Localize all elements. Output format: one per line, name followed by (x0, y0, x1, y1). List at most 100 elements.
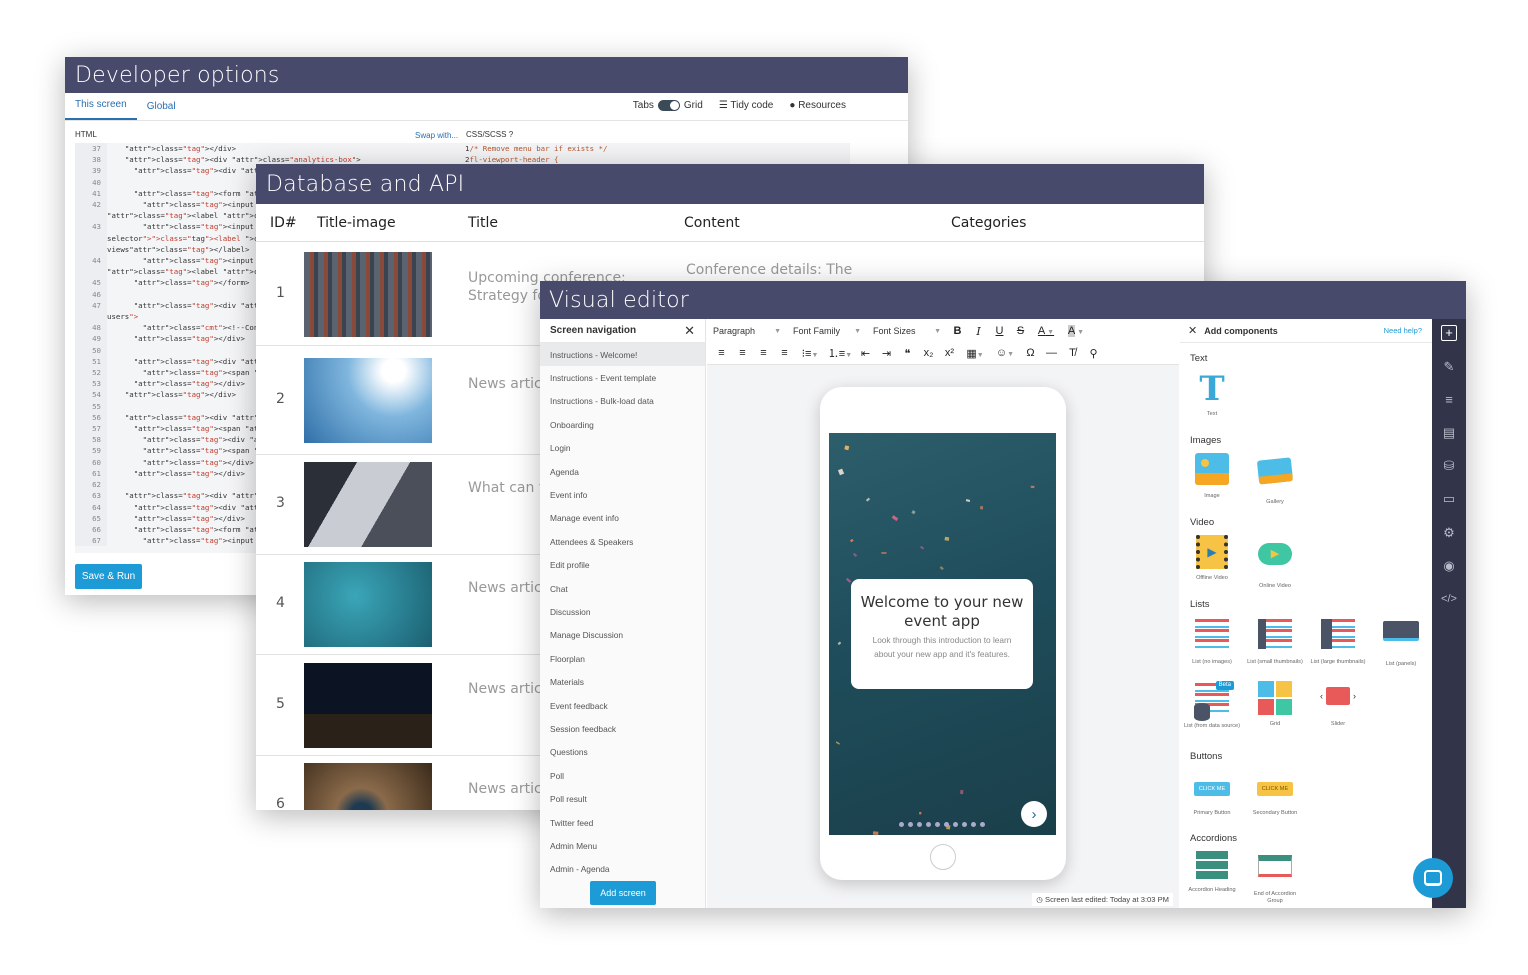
nav-screen-item[interactable]: Admin - Agenda (540, 858, 705, 881)
tidy-code-button[interactable]: ☰ Tidy code (719, 100, 774, 111)
section-accordions: Accordions (1190, 833, 1237, 844)
resources-button[interactable]: ● Resources (789, 100, 846, 111)
subscript-icon[interactable]: x₂ (918, 347, 939, 359)
numbered-list-icon[interactable]: ⒈≡▼ (825, 345, 855, 361)
nav-screen-item[interactable]: Session feedback (540, 717, 705, 740)
save-run-button[interactable]: Save & Run (75, 564, 142, 589)
col-categories[interactable]: Categories (951, 215, 1026, 231)
component-online-video[interactable]: ▶ Online Video (1247, 535, 1303, 590)
col-content[interactable]: Content (684, 215, 740, 231)
swap-with-link[interactable]: Swap with... (415, 131, 458, 140)
align-justify-icon[interactable]: ≡ (774, 347, 795, 359)
add-component-icon[interactable]: + (1441, 325, 1457, 341)
nav-screen-item[interactable]: Poll result (540, 787, 705, 810)
component-gallery[interactable]: Gallery (1247, 453, 1303, 506)
nav-screen-item[interactable]: Questions (540, 741, 705, 764)
next-arrow-icon[interactable]: › (1021, 801, 1047, 827)
clear-format-icon[interactable]: T̸ (1062, 347, 1083, 359)
underline-icon[interactable]: U (989, 325, 1010, 337)
database-icon[interactable]: ⛁ (1441, 458, 1457, 474)
blockquote-icon[interactable]: ❝ (897, 347, 918, 360)
col-title-image[interactable]: Title-image (317, 215, 396, 231)
editor-canvas[interactable]: Welcome to your new event app Look throu… (707, 365, 1179, 908)
nav-screen-item[interactable]: Agenda (540, 460, 705, 483)
layout-icon[interactable]: ▤ (1441, 425, 1457, 441)
component-image[interactable]: Image (1184, 453, 1240, 500)
user-icon[interactable]: ◉ (1441, 558, 1457, 574)
theme-brush-icon[interactable]: ✎ (1441, 359, 1457, 375)
nav-screen-item[interactable]: Attendees & Speakers (540, 530, 705, 553)
folder-icon[interactable]: ▭ (1441, 491, 1457, 507)
align-left-icon[interactable]: ≡ (711, 347, 732, 359)
welcome-card[interactable]: Welcome to your new event app Look throu… (851, 579, 1033, 689)
horizontal-rule-icon[interactable]: — (1041, 347, 1062, 359)
col-title[interactable]: Title (468, 215, 498, 231)
nav-screen-item[interactable]: Admin Menu (540, 834, 705, 857)
component-text[interactable]: T Text (1184, 371, 1240, 418)
background-color-icon[interactable]: A ▼ (1061, 325, 1091, 337)
component-accordion-heading[interactable]: Accordion Heading (1184, 851, 1240, 894)
component-list-no-images[interactable]: List (no images) (1184, 617, 1240, 666)
nav-screen-item[interactable]: Login (540, 437, 705, 460)
paragraph-select[interactable]: Paragraph ▼ (707, 321, 787, 341)
component-list-large[interactable]: List (large thumbnails) (1310, 617, 1366, 666)
close-icon[interactable]: ✕ (684, 323, 695, 339)
component-list-data-source[interactable]: Beta List (from data source) (1184, 681, 1240, 730)
bullet-list-icon[interactable]: ⁝≡▼ (795, 347, 825, 360)
superscript-icon[interactable]: x² (939, 347, 960, 359)
need-help-link[interactable]: Need help? (1384, 326, 1422, 335)
tab-global[interactable]: Global (137, 101, 186, 120)
indent-icon[interactable]: ⇥ (876, 347, 897, 360)
nav-screen-item[interactable]: Instructions - Welcome! (540, 343, 705, 367)
code-icon[interactable]: </> (1441, 591, 1457, 607)
nav-screen-item[interactable]: Twitter feed (540, 811, 705, 834)
resources-icon: ● (789, 100, 799, 112)
tabs-grid-toggle[interactable]: Tabs Grid (633, 100, 703, 111)
component-secondary-button[interactable]: CLICK ME Secondary Button (1247, 777, 1303, 817)
tab-this-screen[interactable]: This screen (65, 99, 137, 120)
col-id[interactable]: ID# (270, 215, 297, 231)
table-icon[interactable]: ▦▼ (960, 347, 990, 360)
add-screen-button[interactable]: Add screen (590, 881, 656, 905)
component-grid[interactable]: Grid (1247, 681, 1303, 728)
italic-icon[interactable]: I (968, 325, 989, 338)
strikethrough-icon[interactable]: S (1010, 325, 1031, 337)
component-list-small[interactable]: List (small thumbnails) (1247, 617, 1303, 666)
component-slider[interactable]: ‹ › Slider (1310, 681, 1366, 728)
phone-screen[interactable]: Welcome to your new event app Look throu… (829, 433, 1056, 835)
nav-screen-item[interactable]: Floorplan (540, 647, 705, 670)
nav-screen-item[interactable]: Discussion (540, 600, 705, 623)
nav-screen-item[interactable]: Edit profile (540, 554, 705, 577)
font-sizes-select[interactable]: Font Sizes ▼ (867, 321, 947, 341)
align-right-icon[interactable]: ≡ (753, 347, 774, 359)
toggle-switch[interactable] (657, 100, 680, 111)
menu-icon[interactable]: ≡ (1441, 392, 1457, 408)
nav-screen-item[interactable]: Chat (540, 577, 705, 600)
chat-support-icon[interactable] (1413, 858, 1453, 898)
nav-screen-item[interactable]: Poll (540, 764, 705, 787)
close-components-icon[interactable]: ✕ (1188, 324, 1197, 337)
nav-screen-item[interactable]: Instructions - Event template (540, 366, 705, 389)
emoticon-icon[interactable]: ☺▼ (990, 347, 1020, 359)
nav-screen-item[interactable]: Instructions - Bulk-load data (540, 390, 705, 413)
component-offline-video[interactable]: ▶ Offline Video (1184, 535, 1240, 582)
nav-screen-item[interactable]: Onboarding (540, 413, 705, 436)
nav-screen-item[interactable]: Event feedback (540, 694, 705, 717)
nav-screen-item[interactable]: Manage event info (540, 507, 705, 530)
nav-screen-item[interactable]: Event info (540, 483, 705, 506)
link-icon[interactable]: ⚲ (1083, 347, 1104, 360)
component-list-panels[interactable]: List (panels) (1373, 617, 1429, 668)
tidy-label: Tidy code (730, 100, 774, 112)
font-family-select[interactable]: Font Family ▼ (787, 321, 867, 341)
component-end-accordion[interactable]: End of Accordion Group (1247, 851, 1303, 904)
text-color-icon[interactable]: A ▼ (1031, 325, 1061, 337)
align-center-icon[interactable]: ≡ (732, 347, 753, 359)
nav-screen-item[interactable]: Manage Discussion (540, 624, 705, 647)
nav-screen-item[interactable]: Materials (540, 670, 705, 693)
outdent-icon[interactable]: ⇤ (855, 347, 876, 360)
settings-gear-icon[interactable]: ⚙ (1441, 525, 1457, 541)
bold-icon[interactable]: B (947, 325, 968, 337)
confetti-piece (872, 831, 879, 835)
component-primary-button[interactable]: CLICK ME Primary Button (1184, 777, 1240, 817)
special-char-icon[interactable]: Ω (1020, 347, 1041, 359)
